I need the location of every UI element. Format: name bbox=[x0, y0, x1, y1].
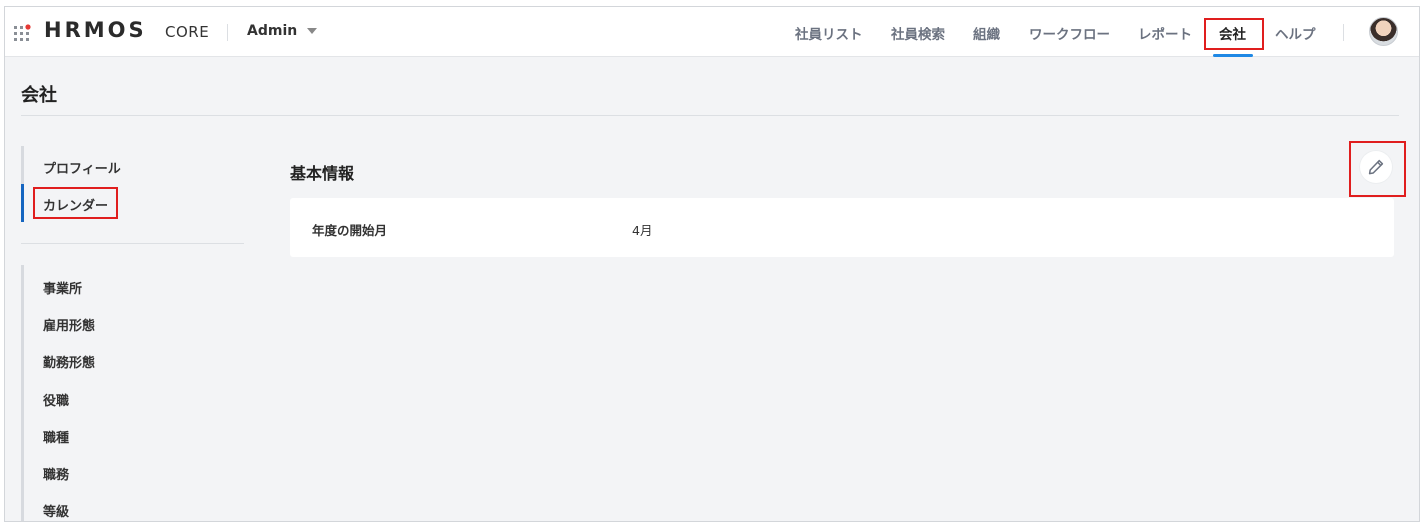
sidebar-item-employment-types[interactable]: 雇用形態 bbox=[43, 315, 95, 334]
edit-button[interactable] bbox=[1360, 151, 1392, 183]
product-name: CORE bbox=[165, 23, 210, 41]
nav-workflow[interactable]: ワークフロー bbox=[1029, 23, 1110, 43]
sidebar-item-grades[interactable]: 等級 bbox=[43, 501, 69, 520]
hrmos-logo[interactable]: HRMOS bbox=[44, 18, 147, 42]
app-window: HRMOS CORE Admin 社員リスト 社員検索 組織 ワークフロー レポ… bbox=[4, 6, 1420, 522]
header-divider-right bbox=[1343, 24, 1344, 41]
nav-employee-list[interactable]: 社員リスト bbox=[795, 23, 863, 43]
pencil-icon bbox=[1368, 159, 1384, 175]
top-bar: HRMOS CORE Admin 社員リスト 社員検索 組織 ワークフロー レポ… bbox=[5, 7, 1419, 57]
sidebar-item-positions[interactable]: 役職 bbox=[43, 390, 69, 409]
sidebar-item-work-styles[interactable]: 勤務形態 bbox=[43, 352, 95, 371]
sidebar-active-indicator bbox=[21, 184, 24, 222]
section-title: 基本情報 bbox=[290, 164, 355, 183]
nav-report[interactable]: レポート bbox=[1138, 23, 1192, 43]
title-divider bbox=[21, 115, 1399, 116]
sidebar-divider bbox=[21, 243, 244, 244]
field-value-fiscal-start-month: 4月 bbox=[632, 223, 653, 238]
nav-company[interactable]: 会社 bbox=[1219, 23, 1246, 43]
role-select-label: Admin bbox=[247, 23, 298, 39]
field-label-fiscal-start-month: 年度の開始月 bbox=[312, 223, 388, 238]
nav-employee-search[interactable]: 社員検索 bbox=[891, 23, 945, 43]
sidebar-item-profile[interactable]: プロフィール bbox=[43, 158, 121, 177]
chevron-down-icon bbox=[307, 28, 318, 34]
header-divider bbox=[227, 24, 228, 41]
nav-active-indicator bbox=[1213, 54, 1253, 57]
avatar[interactable] bbox=[1369, 17, 1398, 46]
sidebar-item-offices[interactable]: 事業所 bbox=[43, 278, 82, 297]
nav-organization[interactable]: 組織 bbox=[973, 23, 1000, 43]
sidebar-item-duties[interactable]: 職務 bbox=[43, 464, 69, 483]
nav-help[interactable]: ヘルプ bbox=[1275, 23, 1316, 43]
role-select[interactable]: Admin bbox=[247, 23, 318, 39]
sidebar-item-calendar[interactable]: カレンダー bbox=[43, 195, 108, 214]
basic-info-card: 年度の開始月 4月 bbox=[290, 198, 1394, 257]
apps-grid-icon[interactable] bbox=[14, 24, 32, 42]
sidebar-group-master bbox=[21, 265, 24, 521]
sidebar-item-job-types[interactable]: 職種 bbox=[43, 427, 69, 446]
page-title: 会社 bbox=[21, 85, 57, 106]
